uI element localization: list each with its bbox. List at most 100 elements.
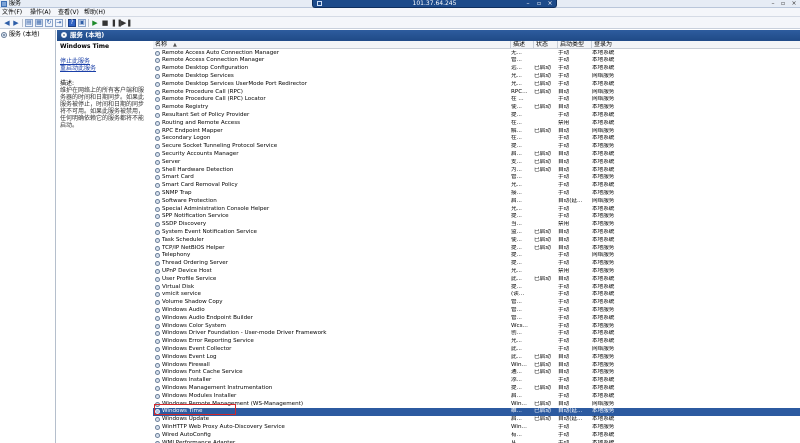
table-row[interactable]: WMI Performance Adapter 从... 手动 本地系统 — [153, 440, 800, 443]
show-hide-icon[interactable]: ▣ — [78, 19, 86, 27]
column-header-startup-type[interactable]: 启动类型 — [557, 41, 591, 49]
table-row[interactable]: Secure Socket Tunneling Protocol Service… — [153, 143, 800, 151]
table-row[interactable]: Task Scheduler 使... 已启动 自动 本地系统 — [153, 237, 800, 245]
table-row[interactable]: Windows Time 维... 已启动 自动(延... 本地服务 — [153, 408, 800, 417]
stop-service-icon[interactable]: ■ — [101, 19, 109, 27]
description-label: 描述: — [60, 80, 75, 87]
table-row[interactable]: Remote Procedure Call (RPC) Locator 在 ...… — [153, 96, 800, 104]
restart-service-icon[interactable]: ▶❚ — [121, 19, 132, 27]
table-row[interactable]: Secondary Logon 在... 手动 本地系统 — [153, 135, 800, 143]
table-row[interactable]: Windows Font Cache Service 通... 已启动 自动 本地服务 — [153, 369, 800, 377]
table-row[interactable]: Windows Audio Endpoint Builder 管... 手动 本地系统 — [153, 315, 800, 323]
table-row[interactable]: Routing and Remote Access 在... 禁用 本地系统 — [153, 120, 800, 128]
table-row[interactable]: Smart Card 管... 手动 本地服务 — [153, 174, 800, 182]
table-row[interactable]: Remote Desktop Services UserMode Port Re… — [153, 81, 800, 89]
service-name: Virtual Disk — [162, 283, 195, 290]
service-startup-type: 手动 — [558, 330, 570, 337]
menu-file[interactable]: 文件(F) — [2, 8, 22, 17]
table-row[interactable]: Volume Shadow Copy 管... 手动 本地系统 — [153, 299, 800, 307]
table-row[interactable]: Remote Access Connection Manager 管... 手动 本地… — [153, 57, 800, 65]
forward-icon[interactable]: ▶ — [12, 19, 20, 27]
table-row[interactable]: Remote Procedure Call (RPC) RPC... 已启动 自动 网络… — [153, 89, 800, 97]
table-row[interactable]: SNMP Trap 接... 手动 本地服务 — [153, 190, 800, 198]
table-row[interactable]: RPC Endpoint Mapper 解... 已启动 自动 网络服务 — [153, 128, 800, 136]
table-row[interactable]: Telephony 提... 手动 网络服务 — [153, 252, 800, 260]
service-status — [534, 182, 556, 190]
table-row[interactable]: WinHTTP Web Proxy Auto-Discovery Service… — [153, 424, 800, 432]
menu-action[interactable]: 操作(A) — [30, 8, 51, 17]
column-header-row: 名称 ▲ 描述 状态 启动类型 登录为 — [153, 41, 800, 49]
window-close-button[interactable]: × — [789, 0, 799, 8]
column-header-status[interactable]: 状态 — [533, 41, 557, 49]
table-row[interactable]: System Event Notification Service 监... 已启动… — [153, 229, 800, 237]
table-row[interactable]: Security Accounts Manager 启... 已启动 自动 本地系统 — [153, 151, 800, 159]
start-service-icon[interactable]: ▶ — [91, 19, 99, 27]
table-row[interactable]: Windows Firewall Win... 已启动 自动 本地服务 — [153, 362, 800, 370]
table-row[interactable]: Windows Error Reporting Service 允... 手动 本地系… — [153, 338, 800, 346]
table-row[interactable]: Virtual Disk 提... 手动 本地系统 — [153, 284, 800, 292]
table-row[interactable]: Windows Management Instrumentation 提... 已启… — [153, 385, 800, 393]
service-gear-icon — [155, 136, 160, 142]
table-row[interactable]: Special Administration Console Helper 允..… — [153, 206, 800, 214]
service-description: 使... — [511, 236, 522, 243]
tree-item-services-local[interactable]: 服务 (本地) — [1, 31, 40, 39]
table-row[interactable]: Wired AutoConfig 有... 手动 本地系统 — [153, 432, 800, 440]
minimize-icon[interactable]: – — [524, 0, 532, 8]
table-row[interactable]: Remote Desktop Configuration 远... 已启动 手动 本地系… — [153, 65, 800, 73]
table-row[interactable]: Windows Event Collector 此... 手动 网络服务 — [153, 346, 800, 354]
table-row[interactable]: Windows Audio 管... 手动 本地服务 — [153, 307, 800, 315]
maximize-icon[interactable]: ▫ — [535, 0, 543, 8]
table-row[interactable]: Remote Access Auto Connection Manager 无..… — [153, 50, 800, 58]
table-row[interactable]: Resultant Set of Policy Provider 提... 手动 本地… — [153, 112, 800, 120]
table-row[interactable]: Windows Modules Installer 启... 手动 本地系统 — [153, 393, 800, 401]
service-startup-type: 手动 — [558, 345, 570, 352]
properties-icon[interactable]: ▦ — [35, 19, 43, 27]
menu-help[interactable]: 帮助(H) — [84, 8, 105, 17]
service-status — [534, 252, 556, 260]
window-minimize-button[interactable]: – — [768, 0, 778, 8]
service-startup-type: 自动 — [558, 369, 570, 376]
column-header-name[interactable]: 名称 — [153, 41, 508, 49]
service-gear-icon — [155, 401, 160, 407]
restart-service-link[interactable]: 重启动此服务 — [60, 65, 149, 72]
table-row[interactable]: SSDP Discovery 当... 禁用 本地服务 — [153, 221, 800, 229]
console-tree: 服务 (本地) — [0, 30, 56, 443]
table-row[interactable]: SPP Notification Service 提... 手动 本地服务 — [153, 213, 800, 221]
table-row[interactable]: Server 支... 已启动 自动 本地系统 — [153, 159, 800, 167]
window-maximize-button[interactable]: ▫ — [778, 0, 788, 8]
service-gear-icon — [155, 268, 160, 274]
service-startup-type: 手动 — [558, 392, 570, 399]
table-row[interactable]: Thread Ordering Server 提... 手动 本地服务 — [153, 260, 800, 268]
table-row[interactable]: Remote Desktop Services 允... 已启动 手动 网络服务 — [153, 73, 800, 81]
menu-bar: 文件(F) 操作(A) 查看(V) 帮助(H) — [0, 8, 800, 17]
console-tree-icon[interactable]: ▤ — [25, 19, 33, 27]
close-icon[interactable]: × — [546, 0, 554, 8]
remote-connection-bar: 101.37.64.245 – ▫ × — [312, 0, 557, 8]
service-name: Security Accounts Manager — [162, 150, 239, 157]
table-row[interactable]: Windows Driver Foundation - User-mode Dr… — [153, 330, 800, 338]
table-row[interactable]: TCP/IP NetBIOS Helper 提... 已启动 自动 本地服务 — [153, 245, 800, 253]
column-header-logon-as[interactable]: 登录为 — [591, 41, 621, 49]
table-row[interactable]: Smart Card Removal Policy 允... 手动 本地系统 — [153, 182, 800, 190]
refresh-icon[interactable]: ↻ — [45, 19, 53, 27]
table-row[interactable]: Software Protection 启... 自动(延... 网络服务 — [153, 198, 800, 206]
stop-service-link[interactable]: 停止此服务 — [60, 58, 149, 65]
service-name: Windows Time — [162, 408, 203, 415]
column-header-description[interactable]: 描述 — [510, 41, 532, 49]
menu-view[interactable]: 查看(V) — [58, 8, 79, 17]
table-row[interactable]: vmicit service (读... 手动 本地系统 — [153, 291, 800, 299]
table-row[interactable]: Windows Color System Wcs... 手动 本地服务 — [153, 323, 800, 331]
back-icon[interactable]: ◀ — [3, 19, 11, 27]
table-row[interactable]: Windows Event Log 此... 已启动 自动 本地服务 — [153, 354, 800, 362]
help-icon[interactable]: ? — [68, 19, 76, 27]
table-row[interactable]: User Profile Service 此... 已启动 自动 本地系统 — [153, 276, 800, 284]
table-row[interactable]: Windows Update 启... 已启动 自动(延... 本地系统 — [153, 416, 800, 424]
table-row[interactable]: UPnP Device Host 允... 禁用 本地服务 — [153, 268, 800, 276]
table-row[interactable]: Shell Hardware Detection 为... 已启动 自动 本地系统 — [153, 167, 800, 175]
table-row[interactable]: Remote Registry 使... 已启动 自动 本地服务 — [153, 104, 800, 112]
pause-service-icon[interactable]: ❚❚ — [111, 19, 123, 27]
export-icon[interactable]: ⇥ — [55, 19, 63, 27]
table-row[interactable]: Windows Remote Management (WS-Management… — [153, 401, 800, 409]
table-row[interactable]: Windows Installer 添... 手动 本地系统 — [153, 377, 800, 385]
service-gear-icon — [155, 323, 160, 329]
